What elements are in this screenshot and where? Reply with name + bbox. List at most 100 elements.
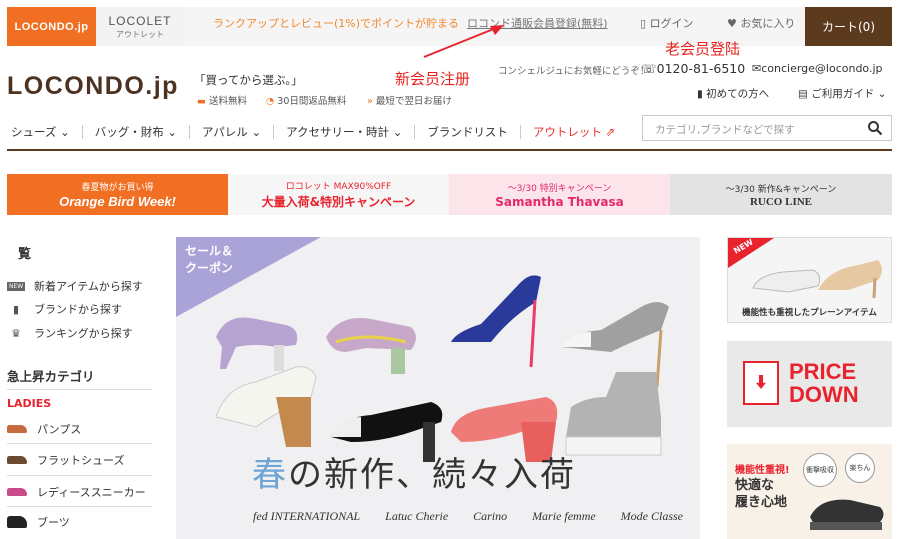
ad-line: 快適な: [735, 478, 775, 493]
nav-label: シューズ: [11, 125, 57, 139]
down-arrow-icon: [756, 375, 766, 389]
ad-caption: 機能性も重視したプレーンアイテム: [742, 308, 877, 318]
chevron-down-icon: ⌄: [251, 125, 262, 139]
shoes-image: [752, 260, 882, 299]
category-pumps[interactable]: パンプス: [7, 421, 152, 437]
locolet-sub: アウトレット: [116, 29, 164, 39]
badge-line: セール＆: [185, 244, 234, 258]
annotation-old-member: 老会员登陆: [665, 40, 741, 58]
nav-outlet[interactable]: アウトレット ⇗: [519, 125, 627, 139]
nav-label: アウトレット: [532, 125, 602, 139]
phone-icon: ☏: [641, 61, 657, 76]
email-label: concierge@locondo.jp: [761, 62, 883, 75]
hero-headline: 春の新作、続々入荷: [252, 447, 576, 496]
nav-apparel[interactable]: アパレル ⌄: [189, 125, 273, 139]
external-link-icon: ⇗: [605, 125, 616, 139]
hero-brand-logos: fed INTERNATIONAL Latuc Cherie Carino Ma…: [253, 509, 683, 524]
locolet-tab[interactable]: LOCOLET アウトレット: [96, 7, 184, 46]
down-line: DOWN: [789, 382, 859, 407]
chevron-down-icon: ⌄: [60, 125, 70, 139]
brand-logo: Latuc Cherie: [385, 509, 449, 523]
search-icon[interactable]: [867, 120, 883, 136]
nav-accessories[interactable]: アクセサリー・時計 ⌄: [273, 125, 414, 139]
nav-brand-list[interactable]: ブランドリスト: [414, 125, 520, 139]
brand-logo: Marie femme: [532, 509, 596, 523]
category-flat[interactable]: フラットシューズ: [7, 452, 152, 468]
sidebar-item-ranking[interactable]: ♛ ランキングから探す: [7, 325, 133, 341]
sidebar-item-label: 新着アイテムから探す: [34, 280, 143, 293]
headline-rest: の新作、続々入荷: [288, 455, 576, 495]
return-icon: ◔: [266, 96, 275, 107]
new-badge: NEW: [7, 281, 25, 291]
ad-price-down[interactable]: PRICE DOWN: [727, 341, 892, 427]
banner-ruco-line[interactable]: ～3/30 新作&キャンペーン RUCO LINE: [670, 174, 892, 215]
badge-line: クーポン: [185, 261, 234, 275]
shock-absorb-badge: 衝撃吸収: [803, 453, 837, 487]
divider: [7, 389, 152, 390]
nav-label: アクセサリー・時計: [286, 125, 390, 139]
price-down-text: PRICE DOWN: [789, 360, 859, 406]
site-logo[interactable]: LOCONDO.jp: [7, 72, 179, 101]
price-line: PRICE: [789, 359, 857, 384]
banner-orange-bird[interactable]: 春夏物がお買い得 Orange Bird Week!: [7, 174, 228, 215]
banner-sub: ～3/30 新作&キャンペーン: [725, 184, 837, 195]
category-sneakers[interactable]: レディーススニーカー: [7, 484, 152, 500]
sidebar-item-label: ブランドから探す: [34, 303, 122, 316]
feature-free-shipping: ▬ 送料無料: [197, 93, 247, 107]
fast-icon: »: [367, 96, 373, 107]
phone-label: 0120-81-6510: [656, 61, 746, 76]
email-link[interactable]: ✉concierge@locondo.jp: [752, 62, 883, 75]
annotation-arrow: [423, 25, 504, 58]
bookmark-icon: ▮: [12, 302, 20, 316]
login-link[interactable]: ▯ ログイン: [640, 15, 694, 31]
category-label: ブーツ: [37, 516, 70, 529]
usage-guide-link[interactable]: ▤ ご利用ガイド ⌄: [798, 86, 886, 101]
category-label: パンプス: [37, 423, 82, 436]
sidebar-item-brand[interactable]: ▮ ブランドから探す: [7, 301, 122, 317]
brand-logo: Carino: [473, 509, 508, 523]
ad-line: 履き心地: [735, 495, 788, 510]
ad-comfort[interactable]: 機能性重視! 快適な 履き心地 衝撃吸収 楽ちん: [727, 444, 892, 539]
banner-samantha[interactable]: ～3/30 特別キャンペーン Samantha Thavasa: [449, 174, 670, 215]
banner-title: Orange Bird Week!: [59, 194, 176, 209]
login-icon: ▯: [640, 17, 647, 30]
nav-bags[interactable]: バッグ・財布 ⌄: [81, 125, 189, 139]
banner-sub: 春夏物がお買い得: [81, 183, 154, 193]
trending-category-title: 急上昇カテゴリ: [7, 369, 95, 384]
bookmark-icon: ▮: [697, 88, 703, 100]
sidebar-item-label: ランキングから探す: [34, 327, 133, 340]
search-box[interactable]: カテゴリ,ブランドなどで探す: [642, 115, 892, 141]
favorites-link[interactable]: ♥ お気に入り: [727, 15, 795, 31]
category-label: レディーススニーカー: [37, 486, 146, 499]
search-input[interactable]: カテゴリ,ブランドなどで探す: [655, 122, 795, 137]
chevron-down-icon: ⌄: [877, 88, 887, 100]
locondo-tab[interactable]: LOCONDO.jp: [7, 7, 96, 46]
ad-plain-items[interactable]: NEW 機能性も重視したプレーンアイテム: [727, 237, 892, 323]
locolet-label: LOCOLET: [108, 13, 172, 28]
cart-button[interactable]: カート(0): [805, 7, 892, 46]
category-boots[interactable]: ブーツ: [7, 514, 152, 530]
sale-coupon-text: セール＆ クーポン: [185, 243, 233, 277]
nav-label: バッグ・財布: [94, 125, 164, 139]
nav-shoes[interactable]: シューズ ⌄: [7, 125, 82, 139]
brand-logo: Mode Classe: [620, 509, 683, 523]
beginner-guide-link[interactable]: ▮ 初めての方へ: [697, 86, 769, 101]
beginner-label: 初めての方へ: [706, 88, 770, 100]
phone-number[interactable]: ☏0120-81-6510: [641, 61, 745, 76]
banner-locolet[interactable]: ロコレット MAX90%OFF 大量入荷&特別キャンペーン: [228, 174, 449, 215]
shoe-image: [810, 499, 884, 530]
sidebar-item-new[interactable]: NEW 新着アイテムから探す: [7, 278, 143, 294]
ad-sub: 快適な 履き心地: [735, 477, 787, 511]
feature-label: 30日間返品無料: [277, 96, 347, 107]
main-nav: シューズ ⌄ バッグ・財布 ⌄ アパレル ⌄ アクセサリー・時計 ⌄ ブランドリ…: [7, 120, 627, 144]
login-label: ログイン: [649, 17, 694, 30]
feature-free-returns: ◔ 30日間返品無料: [266, 93, 346, 107]
heart-icon: ♥: [727, 17, 737, 30]
ladies-label: LADIES: [7, 397, 52, 410]
headline-accent: 春: [252, 455, 288, 495]
feature-label: 送料無料: [208, 96, 247, 107]
boot-icon: [7, 516, 27, 528]
pumps-icon: [7, 425, 27, 433]
nav-label: ブランドリスト: [427, 125, 508, 139]
banner-title: RUCO LINE: [749, 195, 813, 208]
